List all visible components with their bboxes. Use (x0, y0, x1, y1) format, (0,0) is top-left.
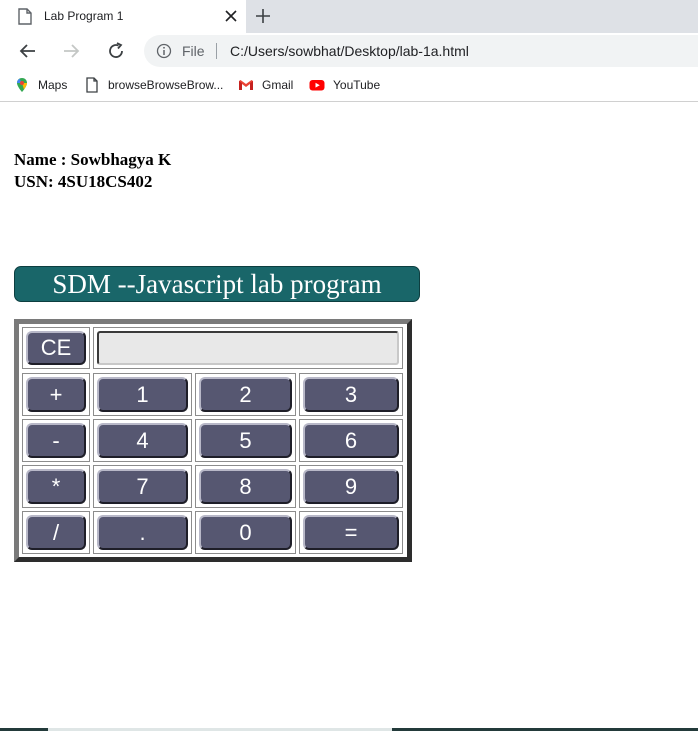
calc-cell: . (93, 511, 192, 554)
page-content: Name : Sowbhagya K USN: 4SU18CS402 SDM -… (0, 102, 698, 728)
browser-tab[interactable]: Lab Program 1 (0, 0, 246, 33)
calc-cell: 1 (93, 373, 192, 416)
gmail-icon (239, 80, 253, 90)
calc-cell: 2 (195, 373, 296, 416)
browser-toolbar: File C:/Users/sowbhat/Desktop/lab-1a.htm… (0, 33, 698, 69)
back-icon[interactable] (18, 41, 38, 61)
digit-2-button[interactable]: 2 (199, 377, 292, 412)
calc-cell: 4 (93, 419, 192, 462)
calc-cell: 5 (195, 419, 296, 462)
bookmark-label: YouTube (333, 78, 381, 92)
forward-icon[interactable] (61, 41, 81, 61)
bookmarks-bar: Maps browseBrowseBrow... Gmail YouTube (0, 69, 698, 102)
student-info: Name : Sowbhagya K USN: 4SU18CS402 (14, 149, 171, 193)
clear-button[interactable]: CE (26, 331, 86, 365)
digit-4-button[interactable]: 4 (97, 423, 188, 458)
calc-cell: CE (22, 327, 90, 369)
calculator: CE + 1 2 3 - 4 5 6 * 7 8 9 / . 0 = (14, 319, 412, 562)
new-tab-icon[interactable] (254, 7, 272, 25)
divide-button[interactable]: / (26, 515, 86, 550)
digit-6-button[interactable]: 6 (303, 423, 399, 458)
calc-cell: * (22, 465, 90, 508)
digit-5-button[interactable]: 5 (199, 423, 292, 458)
decimal-button[interactable]: . (97, 515, 188, 550)
calc-cell: 9 (299, 465, 403, 508)
add-button[interactable]: + (26, 377, 86, 412)
tab-strip: Lab Program 1 (0, 0, 698, 33)
calc-cell: 3 (299, 373, 403, 416)
subtract-button[interactable]: - (26, 423, 86, 458)
tab-title: Lab Program 1 (44, 9, 124, 23)
calc-cell: 0 (195, 511, 296, 554)
calc-cell: + (22, 373, 90, 416)
digit-1-button[interactable]: 1 (97, 377, 188, 412)
address-bar[interactable]: File C:/Users/sowbhat/Desktop/lab-1a.htm… (144, 35, 698, 67)
calc-cell (93, 327, 403, 369)
address-url[interactable]: C:/Users/sowbhat/Desktop/lab-1a.html (230, 42, 469, 60)
youtube-icon (309, 80, 325, 91)
student-name: Name : Sowbhagya K (14, 150, 172, 169)
digit-0-button[interactable]: 0 (199, 515, 292, 550)
address-divider (216, 43, 217, 59)
bookmark-label: browseBrowseBrow... (108, 78, 224, 92)
bookmark-gmail[interactable]: Gmail (238, 75, 298, 95)
page-heading: SDM --Javascript lab program (14, 266, 420, 302)
calc-cell: / (22, 511, 90, 554)
reload-icon[interactable] (106, 41, 126, 61)
calc-cell: 8 (195, 465, 296, 508)
info-icon[interactable] (156, 43, 172, 59)
page-icon (86, 77, 98, 93)
equals-button[interactable]: = (303, 515, 399, 550)
digit-8-button[interactable]: 8 (199, 469, 292, 504)
bookmark-youtube[interactable]: YouTube (309, 75, 385, 95)
digit-7-button[interactable]: 7 (97, 469, 188, 504)
address-scheme: File (182, 43, 205, 59)
page-icon (18, 8, 32, 25)
close-icon[interactable] (223, 8, 239, 24)
maps-icon (17, 78, 27, 92)
bookmark-label: Maps (38, 78, 68, 92)
calc-cell: 7 (93, 465, 192, 508)
calc-cell: 6 (299, 419, 403, 462)
bookmark-maps[interactable]: Maps (14, 75, 70, 95)
calculator-display[interactable] (97, 331, 399, 365)
bookmark-label: Gmail (262, 78, 294, 92)
student-usn: USN: 4SU18CS402 (14, 172, 153, 191)
digit-3-button[interactable]: 3 (303, 377, 399, 412)
bookmark-browse[interactable]: browseBrowseBrow... (84, 75, 224, 95)
multiply-button[interactable]: * (26, 469, 86, 504)
digit-9-button[interactable]: 9 (303, 469, 399, 504)
calc-cell: = (299, 511, 403, 554)
calc-cell: - (22, 419, 90, 462)
